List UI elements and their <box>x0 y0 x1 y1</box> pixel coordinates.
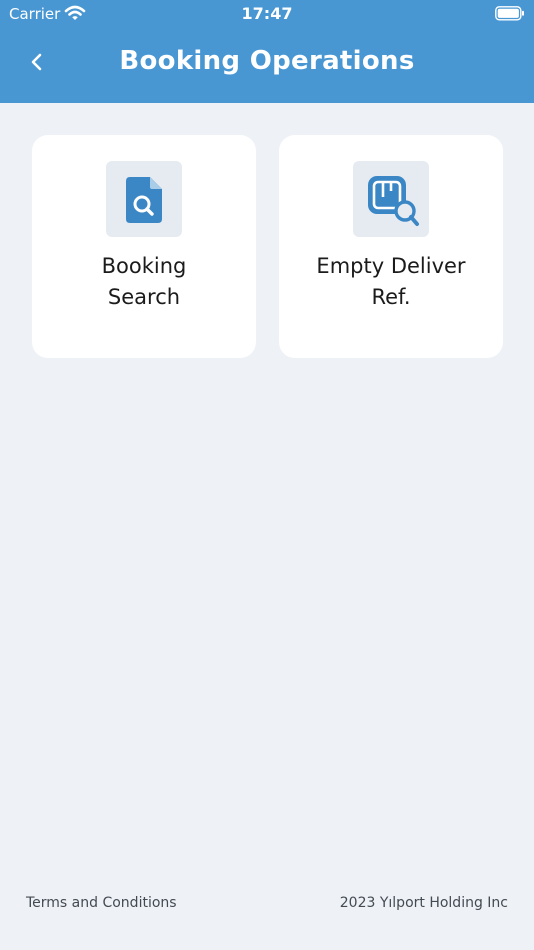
container-search-icon <box>353 161 429 237</box>
booking-search-card[interactable]: Booking Search <box>32 135 256 358</box>
status-bar: Carrier 17:47 <box>0 0 534 28</box>
card-label: Empty Deliver Ref. <box>316 254 466 309</box>
page-title: Booking Operations <box>119 46 415 76</box>
terms-link[interactable]: Terms and Conditions <box>26 895 177 911</box>
card-label: Booking Search <box>101 254 187 309</box>
status-time: 17:47 <box>241 4 293 23</box>
document-search-icon <box>106 161 182 237</box>
app-header: Carrier 17:47 Booking Operations <box>0 0 534 103</box>
battery-icon <box>495 6 525 21</box>
empty-deliver-ref-card[interactable]: Empty Deliver Ref. <box>279 135 503 358</box>
copyright-text: 2023 Yılport Holding Inc <box>339 895 508 911</box>
